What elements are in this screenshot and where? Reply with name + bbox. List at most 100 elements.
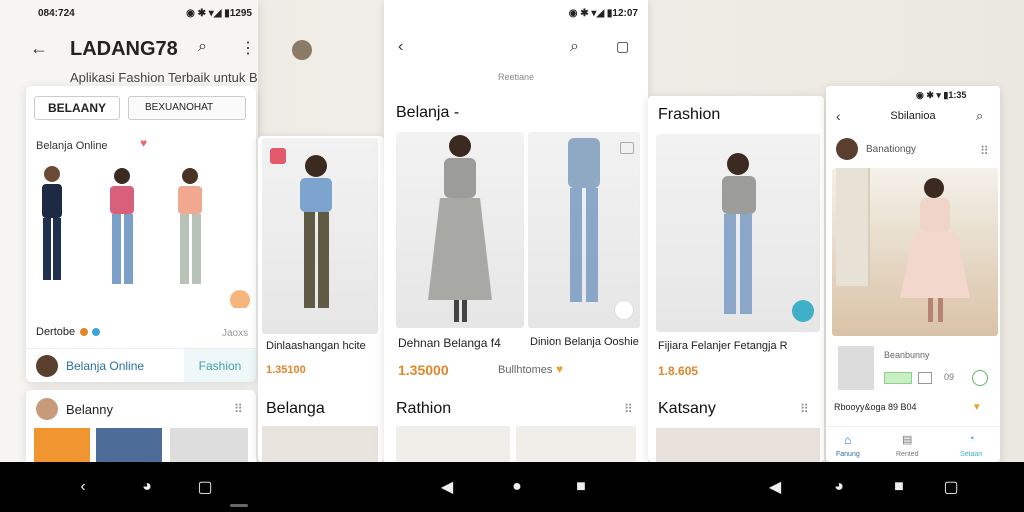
status-bar: 084:724 ◉ ✱ ▾◢ ▮1295 — [38, 8, 252, 19]
phone2-photo — [262, 138, 378, 334]
phone5-row-counts: 09 — [944, 372, 955, 382]
status-icons: ◉ ✱ ▾◢ ▮1295 — [186, 8, 252, 19]
badge-circle-icon[interactable] — [230, 290, 250, 308]
phone3-grid-dots-icon[interactable]: ⠿ — [624, 402, 634, 416]
phone3-model-jeans — [568, 138, 600, 302]
phone3-header-small: Reetiane — [497, 72, 535, 82]
search-icon[interactable]: ⌕ — [198, 38, 207, 56]
nav-back-icon-3[interactable]: ◀ — [762, 474, 788, 500]
phone5-photo[interactable] — [832, 168, 998, 336]
side-label: Jaoxs — [222, 328, 249, 339]
avatar — [292, 40, 312, 60]
thumb-sweater — [34, 428, 90, 462]
nav-recents-icon-3[interactable]: ▢ — [938, 474, 964, 500]
phone2-badge-icon[interactable] — [270, 148, 286, 164]
tab-belaany[interactable]: BELAANY — [34, 96, 120, 120]
phone5-home-icon[interactable]: ⌂ — [844, 433, 851, 447]
phone5-profile-avatar — [836, 138, 858, 160]
nav-back-icon[interactable]: ‹ — [70, 474, 96, 500]
phone3-search-icon[interactable]: ⌕ — [570, 38, 579, 56]
phone5-tab-1[interactable]: Rented — [896, 451, 919, 458]
footer-right-label[interactable]: Fashion — [184, 349, 256, 382]
nav-home-icon[interactable]: ● — [504, 474, 530, 500]
profile-avatar — [36, 355, 58, 377]
phone5-tab-2[interactable]: Setaan — [960, 451, 982, 458]
tab-bexuanohat[interactable]: BEXUANOHAT — [128, 96, 246, 120]
nav-handle — [230, 504, 248, 507]
phone2-product-label: Dinlaashangan hcite — [266, 340, 366, 352]
models-photo — [32, 158, 250, 308]
phone3-chat-icon[interactable]: ▢ — [616, 38, 629, 55]
app-title: LADANG78 — [70, 38, 178, 60]
nav-recents-icon-2[interactable]: ■ — [568, 474, 594, 500]
phone4-section-title: Frashion — [658, 106, 721, 123]
grid-dots-icon[interactable]: ⠿ — [234, 402, 244, 416]
phone4-photo[interactable] — [656, 134, 820, 332]
phone5-chevron-down-icon[interactable]: ▾ — [974, 400, 980, 413]
nav-assistant-icon-2[interactable]: ◕ — [826, 474, 852, 500]
left-main-card: BELAANY BEXUANOHAT Belanja Online ♥ Dert… — [26, 86, 256, 382]
phone-5: ◉ ✱ ▾ ▮1:35 ‹ Sbilanioa ⌕ Banationgy ⠿ B… — [826, 86, 1000, 462]
phone5-status-icons: ◉ ✱ ▾ ▮1:35 — [916, 90, 967, 100]
phone3-model-dress — [428, 135, 492, 322]
nav-home-icon-2[interactable]: ■ — [886, 474, 912, 500]
thumb-jeans — [96, 428, 162, 462]
phone5-grid-dots-icon[interactable]: ⠿ — [980, 144, 990, 158]
phone5-title: Sbilanioa — [890, 110, 936, 122]
list-title: Belanny — [66, 402, 113, 417]
model-2 — [110, 168, 134, 284]
left-list-card: Belanny ⠿ — [26, 390, 256, 462]
phone5-square-icon[interactable] — [918, 372, 932, 384]
app-subtitle: Aplikasi Fashion Terbaik untuk Belanja O… — [70, 70, 258, 85]
phone5-row-label: Beanbunny — [884, 350, 930, 360]
phone-2: Dinlaashangan hcite 1.35100 Belanga — [258, 136, 384, 462]
phone2-section: Belanga — [266, 400, 325, 417]
section-label: Belanja Online — [36, 140, 108, 152]
phone3-status-icons: ◉ ✱ ▾◢ ▮12:07 — [568, 8, 638, 19]
phone3-thumb-left — [396, 426, 510, 462]
orange-dot-icon — [80, 328, 88, 336]
phone3-status-bar: ◉ ✱ ▾◢ ▮12:07 — [528, 8, 638, 19]
phone5-row-thumb — [838, 346, 874, 390]
models-illustration — [42, 166, 202, 284]
more-menu-icon[interactable]: ⋮ — [240, 38, 256, 58]
nav-recents-icon[interactable]: ▢ — [192, 474, 218, 500]
phone3-section-title: Belanja - — [396, 104, 460, 121]
phone5-check-icon[interactable] — [972, 370, 988, 386]
phone3-item2-photo[interactable] — [528, 132, 640, 328]
phone3-back-icon[interactable]: ‹ — [398, 38, 403, 56]
nav-back-icon-2[interactable]: ◀ — [434, 474, 460, 500]
phone4-item-price: 1.8.605 — [658, 364, 699, 378]
phone3-item2-label: Dinion Belanja Ooshie — [530, 336, 639, 348]
phone4-share-icon[interactable] — [792, 300, 814, 322]
footer-left-label[interactable]: Belanja Online — [66, 359, 144, 373]
phone4-thumb — [656, 428, 820, 462]
phone3-thumb-right — [516, 426, 636, 462]
phone4-lower-section: Katsany — [658, 400, 716, 417]
back-arrow-icon[interactable]: ← — [30, 38, 48, 59]
phone4-item-label: Fijiara Felanjer Fetangja R — [658, 340, 788, 352]
phone-4: Frashion Fijiara Felanjer Fetangja R 1.8… — [648, 96, 824, 462]
phone3-copy-icon[interactable] — [620, 142, 634, 154]
phone5-tab-0[interactable]: Fanung — [836, 451, 860, 458]
blue-dot-icon — [92, 328, 100, 336]
nav-assistant-icon[interactable]: ◕ — [134, 474, 160, 500]
phone5-status-bar: ◉ ✱ ▾ ▮1:35 — [916, 90, 966, 101]
phone5-shelf — [836, 168, 870, 286]
heart-icon[interactable]: ♥ — [140, 136, 147, 150]
phone5-profile-icon[interactable]: ◔ — [968, 433, 975, 445]
phone3-heart-icon[interactable]: ♥ — [556, 362, 563, 376]
phone5-search-icon[interactable]: ⌕ — [976, 108, 983, 124]
thumb-model — [170, 428, 248, 462]
count-label: Dertobe — [36, 326, 76, 338]
phone3-expand-icon[interactable] — [614, 300, 634, 320]
phone2-price: 1.35100 — [266, 364, 306, 376]
phone4-grid-dots-icon[interactable]: ⠿ — [800, 402, 810, 416]
phone-3: ◉ ✱ ▾◢ ▮12:07 ‹ ⌕ ▢ Reetiane Belanja - D… — [384, 0, 648, 462]
phone2-model — [300, 155, 332, 308]
status-time: 084:724 — [38, 8, 75, 19]
phone5-receipt-icon[interactable]: ▤ — [902, 433, 912, 446]
phone5-green-button[interactable] — [884, 372, 912, 384]
screenshot-stage: 084:724 ◉ ✱ ▾◢ ▮1295 ← LADANG78 ⌕ ⋮ Apli… — [0, 0, 1024, 512]
phone3-item1-photo[interactable] — [396, 132, 524, 328]
